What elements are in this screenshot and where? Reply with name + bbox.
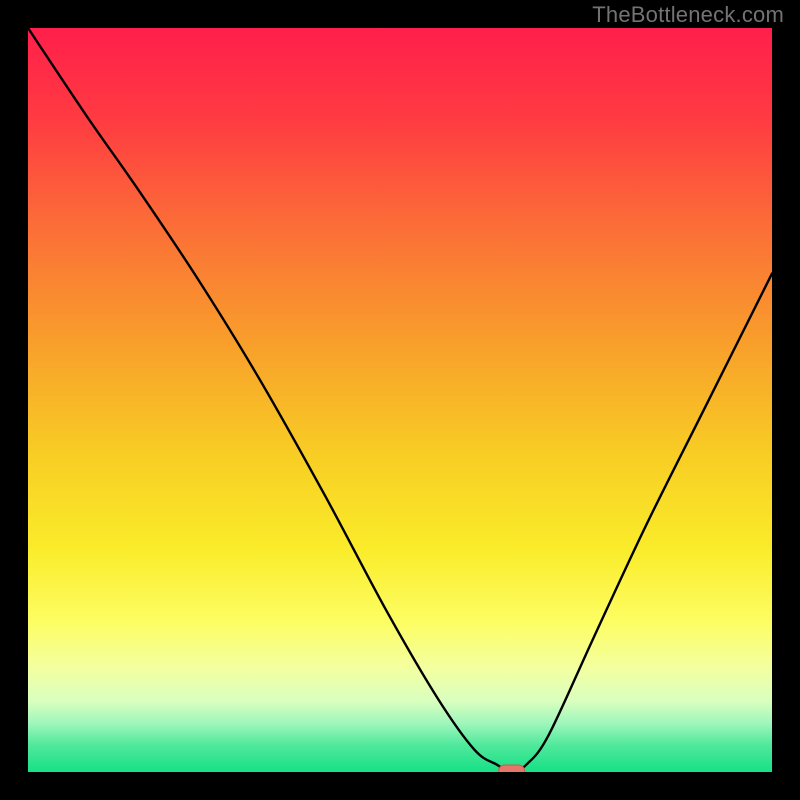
- gradient-background: [28, 28, 772, 772]
- bottleneck-chart: [28, 28, 772, 772]
- plot-area: [28, 28, 772, 772]
- watermark-label: TheBottleneck.com: [592, 2, 784, 28]
- chart-container: TheBottleneck.com: [0, 0, 800, 800]
- minimum-marker: [499, 765, 525, 772]
